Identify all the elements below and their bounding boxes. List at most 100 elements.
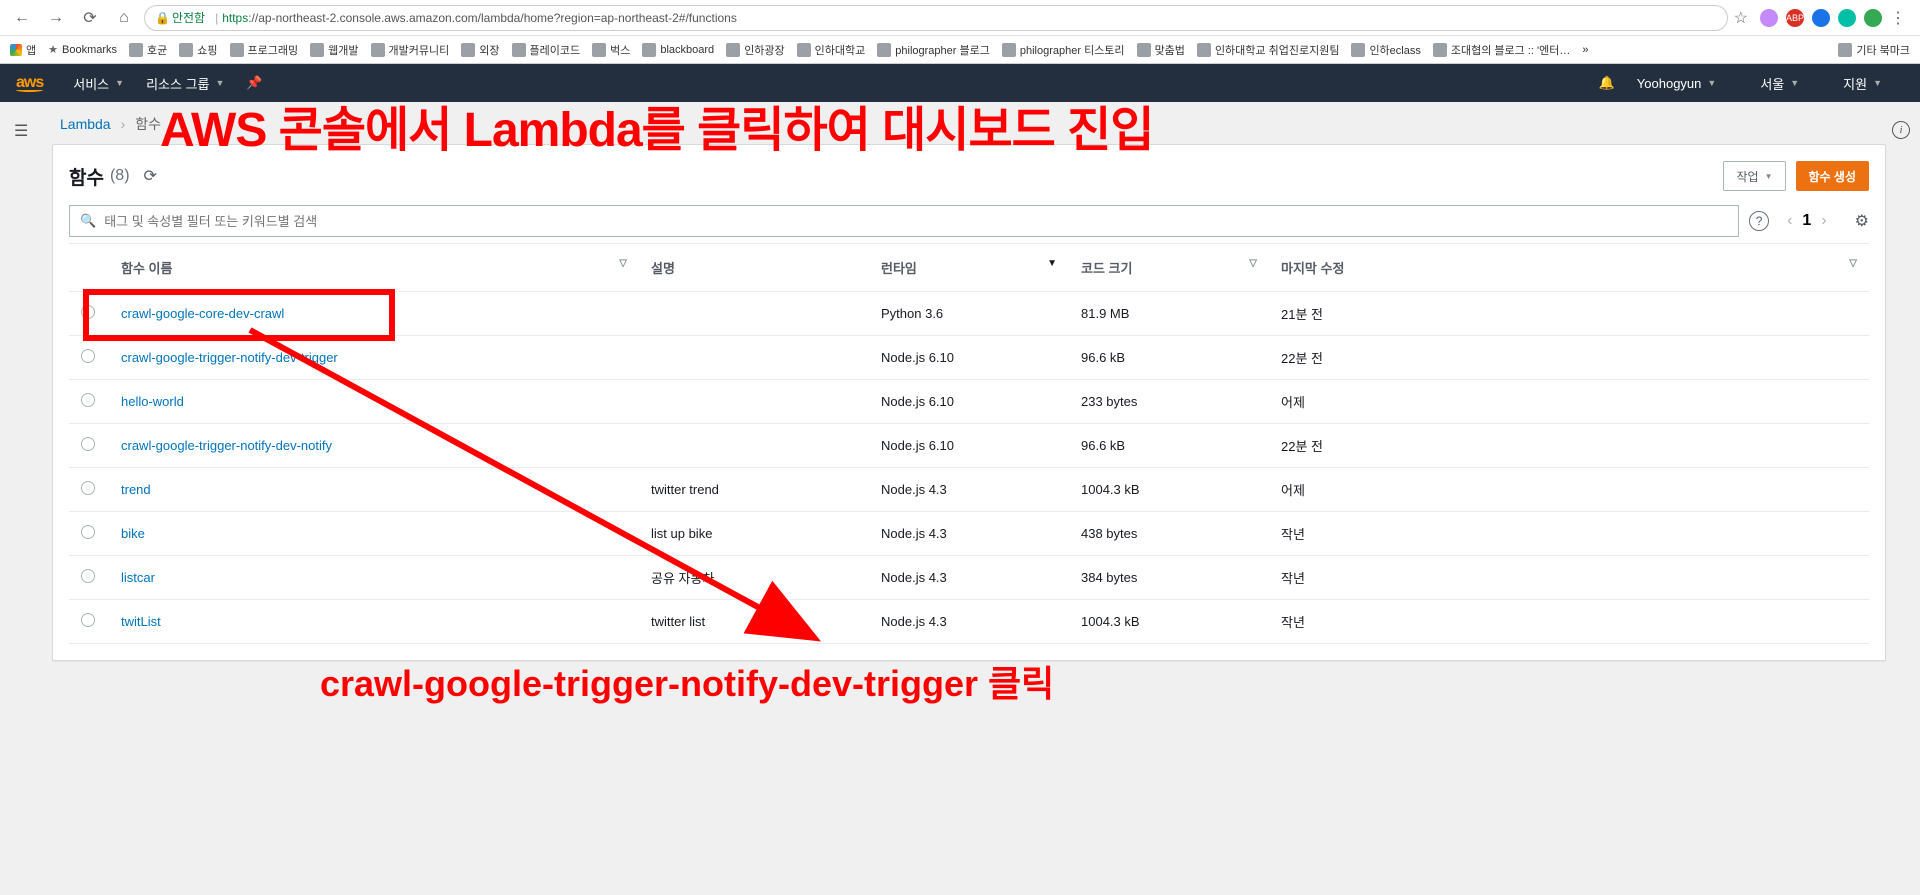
col-runtime[interactable]: 런타임▼ bbox=[869, 244, 1069, 292]
bookmark-item[interactable]: 인하대학교 취업진로지원팀 bbox=[1197, 42, 1340, 58]
home-button[interactable]: ⌂ bbox=[110, 4, 138, 32]
row-runtime: Node.js 4.3 bbox=[869, 468, 1069, 512]
row-desc: list up bike bbox=[639, 512, 869, 556]
next-page-icon[interactable]: › bbox=[1821, 212, 1826, 230]
search-input[interactable]: 🔍 bbox=[69, 205, 1739, 237]
row-radio[interactable] bbox=[81, 525, 95, 539]
bookmark-item[interactable]: 인하eclass bbox=[1351, 42, 1420, 58]
bookmark-item[interactable]: 웹개발 bbox=[310, 42, 358, 58]
back-button[interactable]: ← bbox=[8, 4, 36, 32]
function-link[interactable]: crawl-google-core-dev-crawl bbox=[121, 306, 284, 321]
function-link[interactable]: trend bbox=[121, 482, 151, 497]
ext-icon[interactable] bbox=[1812, 9, 1830, 27]
row-radio[interactable] bbox=[81, 437, 95, 451]
info-icon[interactable]: i bbox=[1892, 121, 1910, 139]
row-runtime: Node.js 4.3 bbox=[869, 600, 1069, 644]
chevron-right-icon: › bbox=[121, 116, 126, 132]
ext-icon[interactable] bbox=[1838, 9, 1856, 27]
row-size: 384 bytes bbox=[1069, 556, 1269, 600]
table-row: crawl-google-trigger-notify-dev-notify No… bbox=[69, 424, 1869, 468]
bookmark-item[interactable]: 인하광장 bbox=[726, 42, 784, 58]
col-size[interactable]: 코드 크기▽ bbox=[1069, 244, 1269, 292]
nav-support[interactable]: 지원▼ bbox=[1843, 74, 1882, 93]
row-desc bbox=[639, 292, 869, 336]
row-size: 96.6 kB bbox=[1069, 336, 1269, 380]
aws-top-nav: aws 서비스▼ 리소스 그룹▼ 📌 🔔 Yoohogyun▼ 서울▼ 지원▼ bbox=[0, 64, 1920, 102]
nav-services[interactable]: 서비스▼ bbox=[73, 74, 124, 93]
row-modified: 작년 bbox=[1269, 512, 1869, 556]
bookmark-item[interactable]: 프로그래밍 bbox=[230, 42, 299, 58]
function-link[interactable]: twitList bbox=[121, 614, 161, 629]
breadcrumb-current: 함수 bbox=[135, 114, 161, 134]
bookmark-item[interactable]: 맞춤법 bbox=[1137, 42, 1185, 58]
function-link[interactable]: listcar bbox=[121, 570, 155, 585]
bookmark-item[interactable]: 호균 bbox=[129, 42, 167, 58]
extension-icons: ABP ⋮ bbox=[1754, 8, 1912, 28]
bookmark-item[interactable]: philographer 블로그 bbox=[877, 42, 990, 58]
breadcrumb-root[interactable]: Lambda bbox=[60, 116, 111, 132]
other-bookmarks[interactable]: 기타 북마크 bbox=[1838, 42, 1910, 58]
star-icon[interactable]: ☆ bbox=[1734, 8, 1748, 28]
bookmark-item[interactable]: ★Bookmarks bbox=[48, 43, 117, 56]
abp-icon[interactable]: ABP bbox=[1786, 9, 1804, 27]
col-modified[interactable]: 마지막 수정▽ bbox=[1269, 244, 1869, 292]
row-radio[interactable] bbox=[81, 481, 95, 495]
refresh-icon[interactable]: ⟳ bbox=[144, 166, 157, 186]
row-radio[interactable] bbox=[81, 569, 95, 583]
lock-icon: 🔒 bbox=[155, 11, 170, 25]
bookmark-item[interactable]: philographer 티스토리 bbox=[1002, 42, 1125, 58]
function-link[interactable]: crawl-google-trigger-notify-dev-trigger bbox=[121, 350, 338, 365]
bookmark-item[interactable]: 개발커뮤니티 bbox=[371, 42, 450, 58]
bookmark-item[interactable]: blackboard bbox=[642, 43, 714, 57]
panel-title: 함수 bbox=[69, 163, 104, 190]
row-radio[interactable] bbox=[81, 393, 95, 407]
row-modified: 어제 bbox=[1269, 380, 1869, 424]
nav-user[interactable]: Yoohogyun▼ bbox=[1637, 76, 1717, 91]
actions-button[interactable]: 작업▼ bbox=[1723, 161, 1785, 191]
aws-logo[interactable]: aws bbox=[16, 74, 43, 92]
col-name[interactable]: 함수 이름▽ bbox=[109, 244, 639, 292]
row-runtime: Python 3.6 bbox=[869, 292, 1069, 336]
bookmark-item[interactable]: 조대협의 블로그 :: '엔터… bbox=[1433, 42, 1570, 58]
row-radio[interactable] bbox=[81, 349, 95, 363]
row-runtime: Node.js 6.10 bbox=[869, 336, 1069, 380]
page-number: 1 bbox=[1802, 212, 1811, 230]
breadcrumb: Lambda › 함수 bbox=[60, 114, 1878, 134]
function-link[interactable]: bike bbox=[121, 526, 145, 541]
help-icon[interactable]: ? bbox=[1749, 211, 1769, 231]
row-desc bbox=[639, 380, 869, 424]
forward-button[interactable]: → bbox=[42, 4, 70, 32]
bookmark-item[interactable]: 쇼핑 bbox=[179, 42, 217, 58]
settings-icon[interactable]: ⚙ bbox=[1855, 211, 1869, 231]
ext-icon[interactable] bbox=[1864, 9, 1882, 27]
nav-pin-icon[interactable]: 📌 bbox=[246, 75, 262, 91]
row-modified: 21분 전 bbox=[1269, 292, 1869, 336]
notifications-icon[interactable]: 🔔 bbox=[1599, 75, 1615, 91]
nav-resource-groups[interactable]: 리소스 그룹▼ bbox=[146, 74, 224, 93]
prev-page-icon[interactable]: ‹ bbox=[1787, 212, 1792, 230]
row-modified: 22분 전 bbox=[1269, 424, 1869, 468]
search-field[interactable] bbox=[104, 214, 1728, 229]
row-runtime: Node.js 6.10 bbox=[869, 424, 1069, 468]
bookmark-item[interactable]: 인하대학교 bbox=[797, 42, 866, 58]
create-function-button[interactable]: 함수 생성 bbox=[1796, 161, 1870, 191]
bookmark-item[interactable]: 벅스 bbox=[592, 42, 630, 58]
menu-icon[interactable]: ⋮ bbox=[1890, 8, 1906, 28]
function-link[interactable]: crawl-google-trigger-notify-dev-notify bbox=[121, 438, 332, 453]
functions-panel: 함수 (8) ⟳ 작업▼ 함수 생성 🔍 ? ‹ 1 › ⚙ bbox=[52, 144, 1886, 661]
row-radio[interactable] bbox=[81, 613, 95, 627]
address-bar[interactable]: 🔒 안전함 | https ://ap-northeast-2.console.… bbox=[144, 5, 1728, 31]
bookmarks-more[interactable]: » bbox=[1582, 44, 1588, 56]
nav-region[interactable]: 서울▼ bbox=[1760, 74, 1799, 93]
apps-button[interactable]: 앱 bbox=[10, 42, 36, 58]
function-link[interactable]: hello-world bbox=[121, 394, 184, 409]
bookmark-item[interactable]: 플레이코드 bbox=[512, 42, 581, 58]
ext-icon[interactable] bbox=[1760, 9, 1778, 27]
row-size: 233 bytes bbox=[1069, 380, 1269, 424]
sidebar-toggle-icon[interactable]: ☰ bbox=[14, 121, 28, 141]
row-radio[interactable] bbox=[81, 305, 95, 319]
col-desc[interactable]: 설명 bbox=[639, 244, 869, 292]
row-desc: twitter trend bbox=[639, 468, 869, 512]
bookmark-item[interactable]: 외장 bbox=[461, 42, 499, 58]
reload-button[interactable]: ⟳ bbox=[76, 4, 104, 32]
